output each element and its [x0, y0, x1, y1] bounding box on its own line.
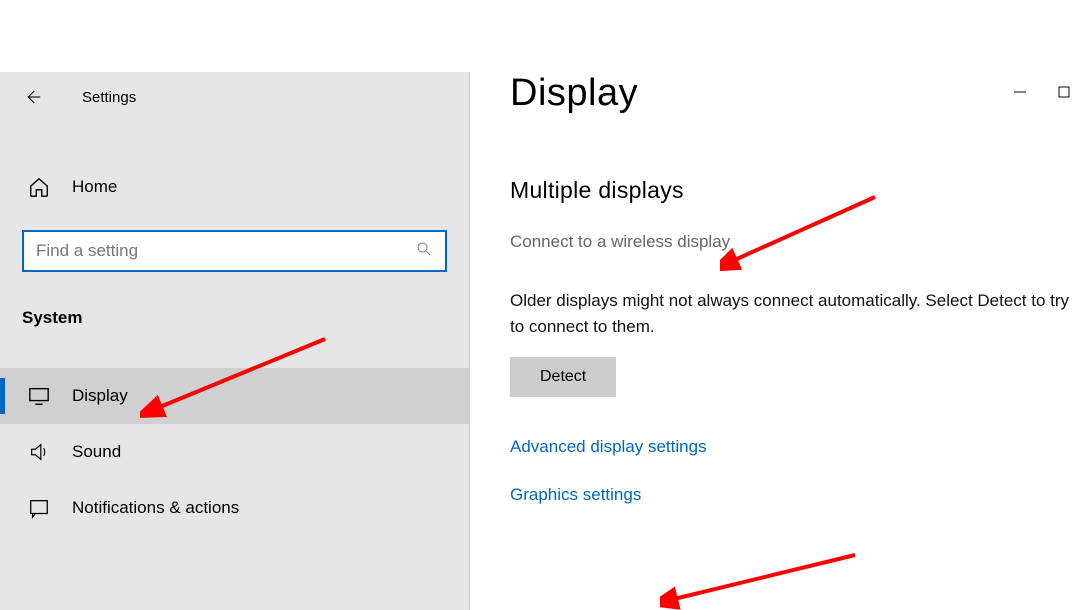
detect-description: Older displays might not always connect …: [510, 288, 1070, 341]
connect-wireless-display-link[interactable]: Connect to a wireless display: [510, 232, 1080, 252]
nav-item-label: Display: [72, 386, 128, 406]
maximize-icon: [1058, 86, 1070, 98]
nav-item-label: Notifications & actions: [72, 498, 239, 518]
advanced-display-settings-link[interactable]: Advanced display settings: [510, 437, 1080, 457]
search-box[interactable]: [22, 230, 447, 272]
page-title: Display: [510, 72, 1080, 115]
home-icon: [28, 176, 50, 198]
maximize-button[interactable]: [1054, 82, 1074, 102]
arrow-left-icon: [23, 88, 41, 106]
back-button[interactable]: [18, 83, 46, 111]
minimize-button[interactable]: [1010, 82, 1030, 102]
nav-list: Display Sound Notifications & actions: [0, 368, 469, 536]
app-title: Settings: [82, 89, 136, 106]
graphics-settings-link[interactable]: Graphics settings: [510, 485, 1080, 505]
nav-item-display[interactable]: Display: [0, 368, 469, 424]
titlebar: Settings: [0, 72, 469, 122]
search-wrap: [22, 230, 447, 272]
section-multiple-displays: Multiple displays: [510, 177, 1080, 204]
settings-sidebar: Settings Home System Display Sound: [0, 72, 470, 610]
category-label: System: [22, 308, 469, 328]
notifications-icon: [28, 497, 50, 519]
nav-item-sound[interactable]: Sound: [0, 424, 469, 480]
nav-item-label: Sound: [72, 442, 121, 462]
detect-button[interactable]: Detect: [510, 357, 616, 397]
nav-item-notifications[interactable]: Notifications & actions: [0, 480, 469, 536]
minimize-icon: [1013, 85, 1027, 99]
home-nav[interactable]: Home: [0, 162, 469, 212]
main-content: Display Multiple displays Connect to a w…: [470, 72, 1080, 610]
display-icon: [28, 385, 50, 407]
search-icon: [415, 240, 433, 263]
search-input[interactable]: [36, 241, 415, 261]
home-label: Home: [72, 177, 117, 197]
sound-icon: [28, 441, 50, 463]
window-controls: [1010, 82, 1074, 102]
